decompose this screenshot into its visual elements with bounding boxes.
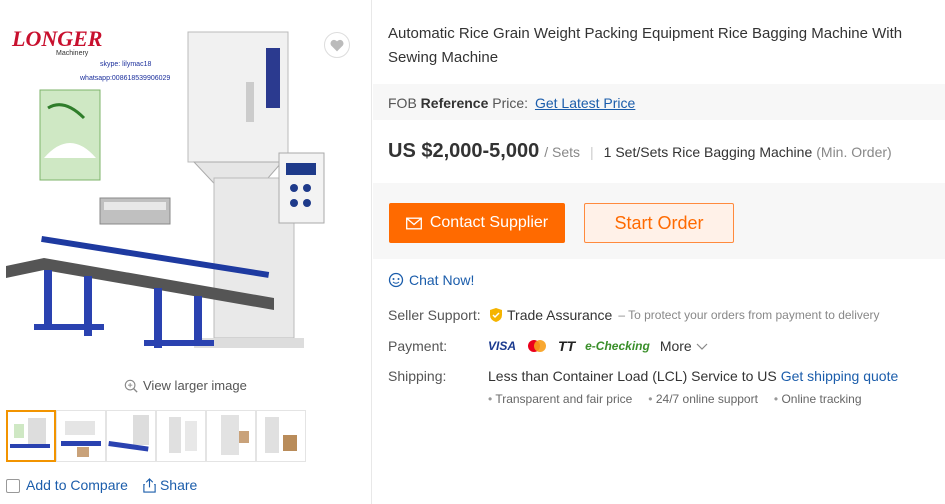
contact-supplier-label: Contact Supplier (429, 214, 549, 231)
get-latest-price-link[interactable]: Get Latest Price (535, 95, 635, 111)
price-unit: / Sets (544, 144, 581, 160)
chat-now-label: Chat Now! (409, 272, 475, 288)
price-separator: | (590, 144, 594, 160)
chat-icon (388, 272, 404, 288)
seller-support-label: Seller Support: (388, 307, 481, 323)
payment-more-label: More (659, 338, 692, 354)
thumbnail[interactable] (156, 410, 206, 462)
get-shipping-quote-link[interactable]: Get shipping quote (781, 368, 899, 384)
chat-now-link[interactable]: Chat Now! (388, 272, 474, 288)
product-title: Automatic Rice Grain Weight Packing Equi… (388, 25, 903, 66)
share-icon (143, 477, 156, 493)
add-to-compare[interactable]: Add to Compare (6, 477, 128, 494)
price-value: US $2,000-5,000 (388, 140, 540, 162)
fob-price-bar: FOB Reference Price: Get Latest Price (373, 84, 945, 120)
echecking-icon: e-Checking (585, 339, 650, 353)
payment-more-dropdown[interactable]: More (660, 338, 708, 354)
payment-label: Payment: (388, 338, 448, 354)
mastercard-icon (528, 340, 547, 352)
tt-icon: TT (558, 338, 576, 354)
share-button[interactable]: Share (142, 477, 197, 493)
zoom-icon (124, 379, 138, 393)
seller-support-row: Seller Support: Trade Assurance – To pro… (388, 307, 880, 323)
share-label: Share (159, 477, 198, 494)
payment-methods: VISA TT e-Checking More (488, 338, 708, 354)
compare-checkbox[interactable] (6, 479, 20, 494)
start-order-label: Start Order (614, 212, 704, 233)
favorite-button[interactable] (324, 32, 350, 58)
thumbnail[interactable] (6, 410, 56, 462)
svg-text:LONGER: LONGER (11, 26, 102, 51)
product-info-panel: Automatic Rice Grain Weight Packing Equi… (373, 0, 945, 504)
shipping-text: Less than Container Load (LCL) Service t… (488, 368, 777, 384)
thumbnail[interactable] (206, 410, 256, 462)
mail-icon (405, 217, 422, 229)
min-order-hint: (Min. Order) (816, 144, 892, 160)
main-product-image[interactable]: LONGER Machinery skype: lilymac18 whatsa… (4, 8, 364, 368)
chevron-down-icon (696, 343, 708, 350)
list-item: 24/7 online support (648, 392, 758, 406)
contact-supplier-button[interactable]: Contact Supplier (389, 203, 565, 243)
compare-label: Add to Compare (26, 477, 128, 493)
trade-assurance-icon (490, 308, 502, 322)
view-larger-label: View larger image (143, 378, 247, 393)
fob-price-label: Price: (492, 95, 529, 111)
shipping-label: Shipping: (388, 368, 447, 384)
thumbnail[interactable] (256, 410, 306, 462)
action-bar: Contact Supplier Start Order (373, 183, 945, 259)
bottom-links: Add to Compare Share (6, 477, 197, 494)
view-larger-link[interactable]: View larger image (124, 378, 247, 393)
gallery-panel: LONGER Machinery skype: lilymac18 whatsa… (0, 0, 372, 504)
price-row: US $2,000-5,000 / Sets | 1 Set/Sets Rice… (388, 140, 892, 163)
payment-row: Payment: VISA TT e-Checking More (388, 338, 708, 354)
list-item: Transparent and fair price (488, 392, 632, 406)
start-order-button[interactable]: Start Order (584, 203, 734, 243)
svg-text:whatsapp:008618539906029: whatsapp:008618539906029 (79, 75, 170, 82)
fob-prefix: FOB (388, 95, 417, 111)
machine-illustration: LONGER Machinery skype: lilymac18 whatsa… (6, 26, 325, 348)
svg-text:skype: lilymac18: skype: lilymac18 (100, 61, 151, 68)
trade-assurance-link[interactable]: Trade Assurance (507, 307, 612, 323)
list-item: Online tracking (774, 392, 861, 406)
svg-text:Machinery: Machinery (56, 50, 89, 57)
shipping-bullets: Transparent and fair price 24/7 online s… (488, 392, 861, 406)
trade-assurance-hint: – To protect your orders from payment to… (618, 308, 880, 322)
shipping-row: Shipping: Less than Container Load (LCL)… (388, 368, 898, 384)
thumbnail[interactable] (106, 410, 156, 462)
visa-icon: VISA (488, 339, 517, 353)
thumbnail-strip (6, 410, 306, 462)
min-order-quantity: 1 Set/Sets Rice Bagging Machine (603, 144, 813, 160)
heart-icon (330, 39, 344, 51)
thumbnail[interactable] (56, 410, 106, 462)
fob-reference: Reference (420, 95, 489, 111)
